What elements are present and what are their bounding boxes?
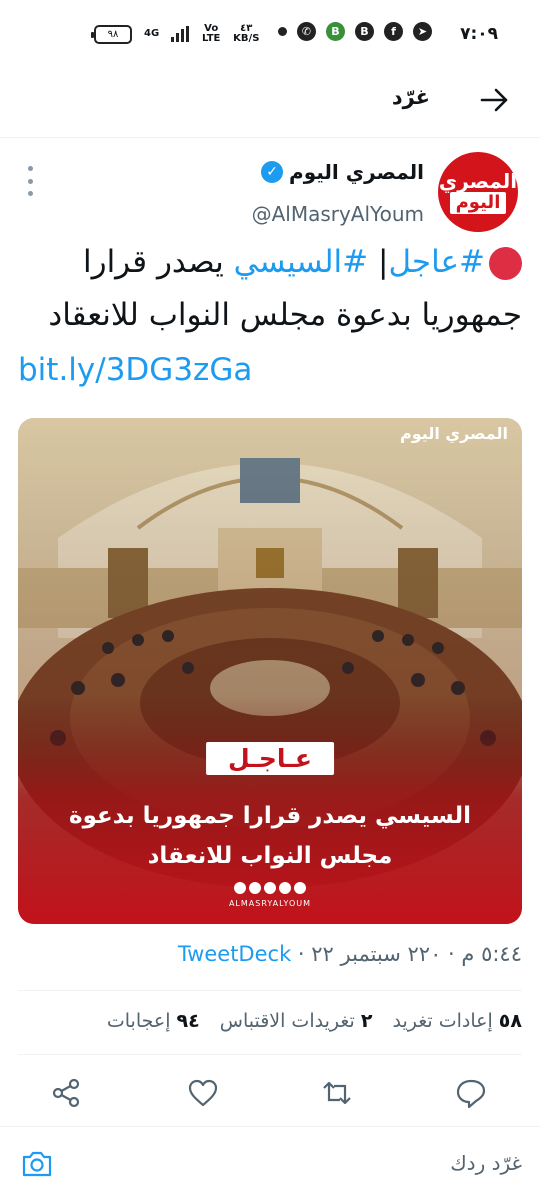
retweets-stat[interactable]: ٥٨ إعادات تغريد [392,1010,522,1032]
tweet-stats: ٥٨ إعادات تغريد ٢ تغريدات الاقتباس ٩٤ إع… [107,1010,522,1032]
red-circle-emoji-icon [489,247,522,280]
tiktok-icon [294,882,306,894]
facebook-icon: f [384,22,403,41]
youtube-icon [249,882,261,894]
telegram-icon: ➤ [413,22,432,41]
more-options-icon[interactable] [24,166,36,196]
battery-level: ٩٨ [107,28,119,40]
page-title: غرّد [391,85,430,109]
tweet-text: #عاجل| #السيسي يصدر قرارا جمهوريا بدعوة … [18,236,522,397]
social-icons [18,882,522,894]
facebook-icon [234,882,246,894]
like-heart-icon[interactable] [186,1076,220,1110]
divider [18,1054,522,1055]
data-speed: ٤٣ KB/S [233,23,260,44]
divider [18,990,522,991]
tweet-actions [0,1072,540,1116]
likes-stat[interactable]: ٩٤ إعجابات [107,1010,200,1032]
battery-icon: ٩٨ [91,24,132,44]
share-icon[interactable] [49,1076,83,1110]
verified-badge-icon: ✓ [261,161,284,183]
user-handle[interactable]: @AlMasryAlYoum [252,202,424,226]
network-type: 4G [144,28,160,39]
phone-icon: ✆ [297,22,316,41]
reply-bar[interactable]: غرّد ردك [0,1126,540,1200]
tweet-link[interactable]: bit.ly/3DG3zGa [18,344,522,397]
b-app-icon: B [355,22,374,41]
status-bar: ٧:٠٩ ➤ f B B ✆ ٩٨ 4G Vo LTE ٤٣ KB/S [0,0,540,72]
timestamp: ٥:٤٤ م · ٢٢٠ سبتمبر ٢٢ · [297,942,522,966]
system-status: ٩٨ 4G Vo LTE ٤٣ KB/S [91,23,260,44]
twitter-icon [264,882,276,894]
media-site: ALMASRYALYOUM [228,899,312,908]
instagram-icon [279,882,291,894]
top-header: غرّد [0,72,540,138]
hashtag-sisi[interactable]: #السيسي [234,244,369,280]
tweet-source[interactable]: TweetDeck [178,942,291,966]
media-headline: السيسي يصدر قرارا جمهوريا بدعوة مجلس الن… [69,803,471,869]
tweet-meta: ٥:٤٤ م · ٢٢٠ سبتمبر ٢٢ · TweetDeck [178,942,522,966]
avatar[interactable]: المصري اليوم [438,152,518,232]
camera-icon[interactable] [20,1147,54,1181]
tweet-image[interactable]: المصري اليوم عـاجـل السيسي يصدر قرارا جم… [18,418,522,924]
display-name[interactable]: المصري اليوم ✓ [261,160,424,184]
display-name-text: المصري اليوم [289,160,424,184]
urgent-badge: عـاجـل [206,742,334,775]
separator: | [377,244,389,280]
hashtag-urgent[interactable]: #عاجل [388,244,485,280]
signal-icon [171,26,190,42]
media-logo: المصري اليوم [400,424,508,443]
status-time: ٧:٠٩ [460,24,498,44]
avatar-text-bottom: اليوم [449,192,507,214]
notification-dot-icon [278,27,287,36]
volte-label: Vo LTE [201,23,221,44]
back-arrow-icon[interactable] [476,82,512,118]
retweet-icon[interactable] [320,1076,354,1110]
reply-icon[interactable] [454,1076,488,1110]
whatsapp-business-icon: B [326,22,345,41]
avatar-text-top: المصري [438,169,518,193]
quotes-stat[interactable]: ٢ تغريدات الاقتباس [220,1010,373,1032]
notification-icons: ➤ f B B ✆ [278,22,432,41]
reply-input[interactable]: غرّد ردك [450,1151,522,1175]
